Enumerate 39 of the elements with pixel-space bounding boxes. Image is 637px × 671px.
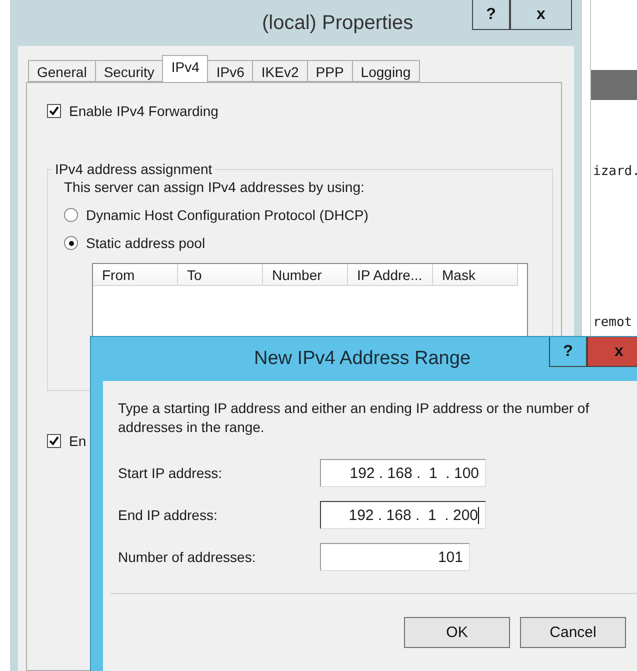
tab[interactable]: IPv4 (162, 55, 208, 82)
tab[interactable]: IPv6 (207, 60, 254, 82)
background-text: remot (592, 315, 634, 330)
header-bar (591, 70, 637, 100)
column-header[interactable]: From (93, 264, 178, 286)
ok-button[interactable]: OK (404, 617, 510, 648)
checkbox[interactable] (47, 104, 61, 118)
window-title: (local) Properties (262, 12, 414, 35)
instruction-text: Type a starting IP address and either an ending IP address or the number of addresses in the range. (118, 399, 590, 437)
field-label: End IP address: (118, 507, 218, 523)
ip-address-field[interactable]: 192 . 168 . 1 . 100 (320, 459, 486, 487)
checkbox-label: Enable IPv4 Forwarding (69, 103, 218, 119)
tab[interactable]: General (28, 60, 96, 82)
background-text: izard. (592, 164, 637, 179)
checkbox-label: En (69, 433, 86, 449)
column-header[interactable]: Number (263, 264, 348, 286)
column-header[interactable]: To (178, 264, 263, 286)
dialog-title: New IPv4 Address Range (254, 348, 471, 370)
column-header[interactable]: IP Addre... (348, 264, 433, 286)
tab[interactable]: Logging (352, 60, 420, 82)
tab[interactable]: Security (94, 60, 164, 82)
field-label: Start IP address: (118, 465, 224, 481)
help-button[interactable]: ? (472, 0, 510, 30)
close-button[interactable]: x (510, 0, 572, 30)
number-field[interactable]: 101 (320, 543, 470, 571)
checkbox[interactable] (47, 434, 61, 448)
tab[interactable]: IKEv2 (252, 60, 308, 82)
radio-label: Dynamic Host Configuration Protocol (DHCP) (86, 207, 368, 223)
column-header[interactable]: Mask (433, 264, 518, 286)
radio-button[interactable] (64, 236, 78, 250)
field-label: Number of addresses: (118, 549, 257, 565)
group-title: IPv4 address assignment (54, 161, 214, 177)
radio-label: Static address pool (86, 235, 206, 251)
description-text: This server can assign IPv4 addresses by using: (64, 179, 366, 195)
cancel-button[interactable]: Cancel (520, 617, 626, 648)
radio-button[interactable] (64, 208, 78, 222)
close-button[interactable]: x (587, 337, 637, 367)
tab[interactable]: PPP (306, 60, 353, 82)
ip-address-field[interactable]: 192 . 168 . 1 . 200 (320, 501, 486, 529)
